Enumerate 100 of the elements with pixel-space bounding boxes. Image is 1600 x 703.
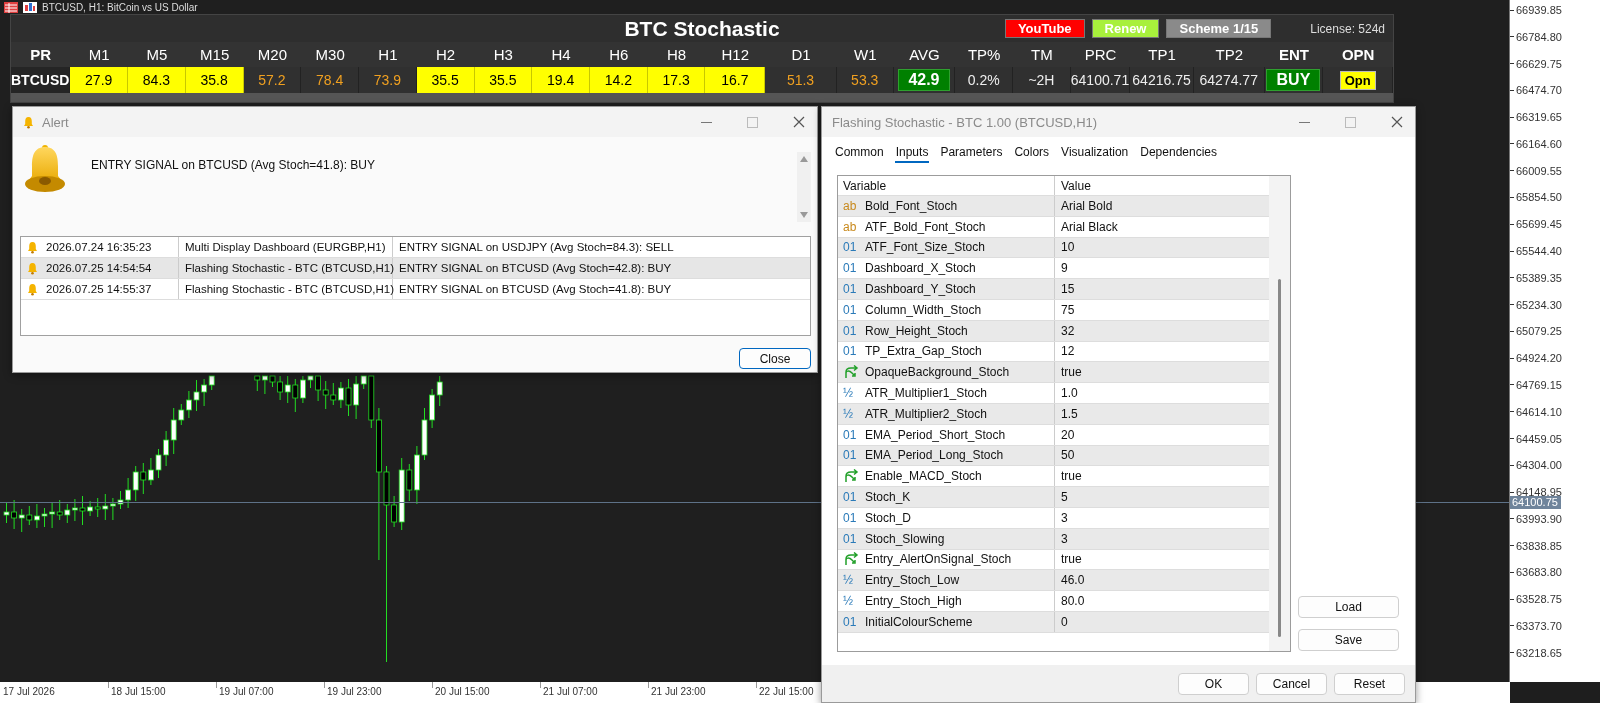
tab[interactable]: Dependencies [1139, 145, 1218, 163]
variable-value[interactable]: 5 [1055, 487, 1269, 507]
variable-value[interactable]: 80.0 [1055, 591, 1269, 611]
variable-value[interactable]: 1.5 [1055, 403, 1269, 424]
tab[interactable]: Inputs [894, 145, 930, 163]
variable-value[interactable]: 9 [1055, 258, 1269, 279]
type-icon: 01 [843, 448, 859, 463]
variable-name: Dashboard_X_Stoch [865, 261, 976, 276]
variable-value[interactable]: 75 [1055, 300, 1269, 320]
side-button[interactable]: Save [1298, 629, 1399, 651]
tab[interactable]: Common [834, 145, 885, 163]
dialog-button[interactable]: OK [1178, 672, 1249, 695]
variable-name: Entry_Stoch_Low [865, 573, 960, 588]
bell-icon [23, 144, 67, 194]
variable-value[interactable]: true [1055, 362, 1269, 383]
variable-value[interactable]: Arial Bold [1055, 196, 1269, 216]
variable-value[interactable]: 20 [1055, 424, 1269, 445]
variable-value[interactable]: 46.0 [1055, 570, 1269, 591]
variable-value[interactable]: 0 [1055, 611, 1269, 632]
variable-value[interactable]: 15 [1055, 279, 1269, 299]
type-icon: 01 [843, 240, 859, 255]
dialog-button[interactable]: Cancel [1256, 672, 1327, 695]
minimize-icon[interactable] [1299, 121, 1310, 123]
alert-row[interactable]: 2026.07.25 14:55:37 Flashing Stochastic - BTC (BTCUSD,H1) ENTRY SIGNAL on BTCUSD (Avg Stoch=41.8): BUY [21, 279, 810, 300]
table-cell: 78.4 [301, 67, 359, 93]
column-header: H2 [416, 42, 475, 67]
bell-icon [23, 115, 34, 129]
close-button[interactable]: Close [739, 348, 811, 369]
chart-icon[interactable] [23, 2, 37, 13]
close-icon[interactable] [793, 116, 805, 128]
type-icon: ½ [843, 386, 859, 401]
alert-message: ENTRY SIGNAL on BTCUSD (Avg Stoch=41.8): BUY [91, 157, 376, 174]
variable-name: Row_Height_Stoch [865, 323, 968, 338]
variable-value[interactable]: 1.0 [1055, 383, 1269, 403]
variable-value[interactable]: Arial Black [1055, 216, 1269, 237]
alert-source: Flashing Stochastic - BTC (BTCUSD,H1) [179, 258, 393, 278]
variable-name: EMA_Period_Long_Stoch [865, 448, 1004, 463]
variable-name: OpaqueBackground_Stoch [865, 365, 1010, 380]
alert-time: 2026.07.25 14:54:54 [46, 262, 152, 274]
type-icon: 01 [843, 261, 859, 276]
variable-value[interactable]: true [1055, 466, 1269, 487]
alert-text: ENTRY SIGNAL on USDJPY (Avg Stoch=84.3): SELL [398, 240, 675, 255]
close-icon[interactable] [1391, 116, 1403, 128]
type-icon: ½ [843, 594, 859, 609]
variable-name: Enable_MACD_Stoch [865, 469, 982, 484]
minimize-icon[interactable] [701, 121, 712, 123]
variable-name: InitialColourScheme [865, 614, 973, 629]
scroll-up-icon[interactable] [800, 156, 808, 162]
signal-label: BUY [1266, 69, 1321, 91]
scrollbar-thumb[interactable] [1278, 279, 1281, 637]
branch-arrow-icon [843, 365, 859, 380]
variable-value[interactable]: 32 [1055, 320, 1269, 341]
table-cell: 0.2% [955, 67, 1014, 93]
variable-value[interactable]: 3 [1055, 507, 1269, 528]
type-icon: 01 [843, 282, 859, 297]
table-cell: 84.3 [128, 67, 186, 93]
type-icon: ab [843, 219, 859, 234]
alert-time: 2026.07.25 14:55:37 [46, 283, 152, 295]
variable-name: Stoch_K [865, 490, 911, 505]
variable-value[interactable]: 3 [1055, 528, 1269, 549]
column-header: H3 [474, 42, 533, 67]
tab[interactable]: Colors [1013, 145, 1051, 163]
pair-cell: BTCUSD [11, 67, 71, 93]
type-icon: 01 [843, 531, 859, 546]
tab[interactable]: Parameters [939, 145, 1004, 163]
column-header: D1 [765, 42, 837, 67]
side-button[interactable]: Load [1298, 596, 1399, 618]
column-header: M30 [301, 42, 359, 67]
alert-source: Multi Display Dashboard (EURGBP,H1) [179, 237, 393, 257]
table-cell: ~2H [1013, 67, 1071, 93]
column-header: M1 [70, 42, 129, 67]
column-header: Variable [838, 176, 1055, 195]
dialog-button[interactable]: Reset [1334, 672, 1405, 695]
type-icon: 01 [843, 344, 859, 359]
alert-text: ENTRY SIGNAL on BTCUSD (Avg Stoch=41.8): BUY [398, 282, 673, 297]
column-header: OPN [1323, 42, 1393, 67]
table-cell: 19.4 [532, 67, 590, 93]
column-header: H12 [705, 42, 766, 67]
variable-value[interactable]: true [1055, 549, 1269, 570]
table-icon[interactable] [4, 2, 18, 13]
alert-row[interactable]: 2026.07.25 14:54:54 Flashing Stochastic - BTC (BTCUSD,H1) ENTRY SIGNAL on BTCUSD (Avg Stoch=42.8): BUY [21, 258, 810, 279]
variable-value[interactable]: 10 [1055, 237, 1269, 258]
variable-name: ATF_Bold_Font_Stoch [865, 219, 986, 234]
variable-value[interactable]: 12 [1055, 341, 1269, 362]
column-header: H4 [532, 42, 590, 67]
maximize-icon[interactable] [1345, 116, 1356, 128]
table-cell: 35.5 [474, 67, 533, 93]
table-cell: 35.5 [416, 67, 475, 93]
tab[interactable]: Visualization [1060, 145, 1130, 163]
type-icon: ab [843, 198, 859, 213]
license-label: License: 524d [1310, 21, 1385, 36]
scroll-down-icon[interactable] [800, 212, 808, 218]
bell-icon [27, 240, 38, 254]
open-button[interactable]: Opn [1339, 70, 1376, 90]
type-icon: 01 [843, 323, 859, 338]
maximize-icon[interactable] [747, 116, 758, 128]
bell-icon [27, 261, 38, 275]
dashboard-button[interactable]: YouTube [1004, 19, 1085, 38]
variable-value[interactable]: 50 [1055, 445, 1269, 466]
variable-name: ATR_Multiplier2_Stoch [865, 406, 987, 421]
